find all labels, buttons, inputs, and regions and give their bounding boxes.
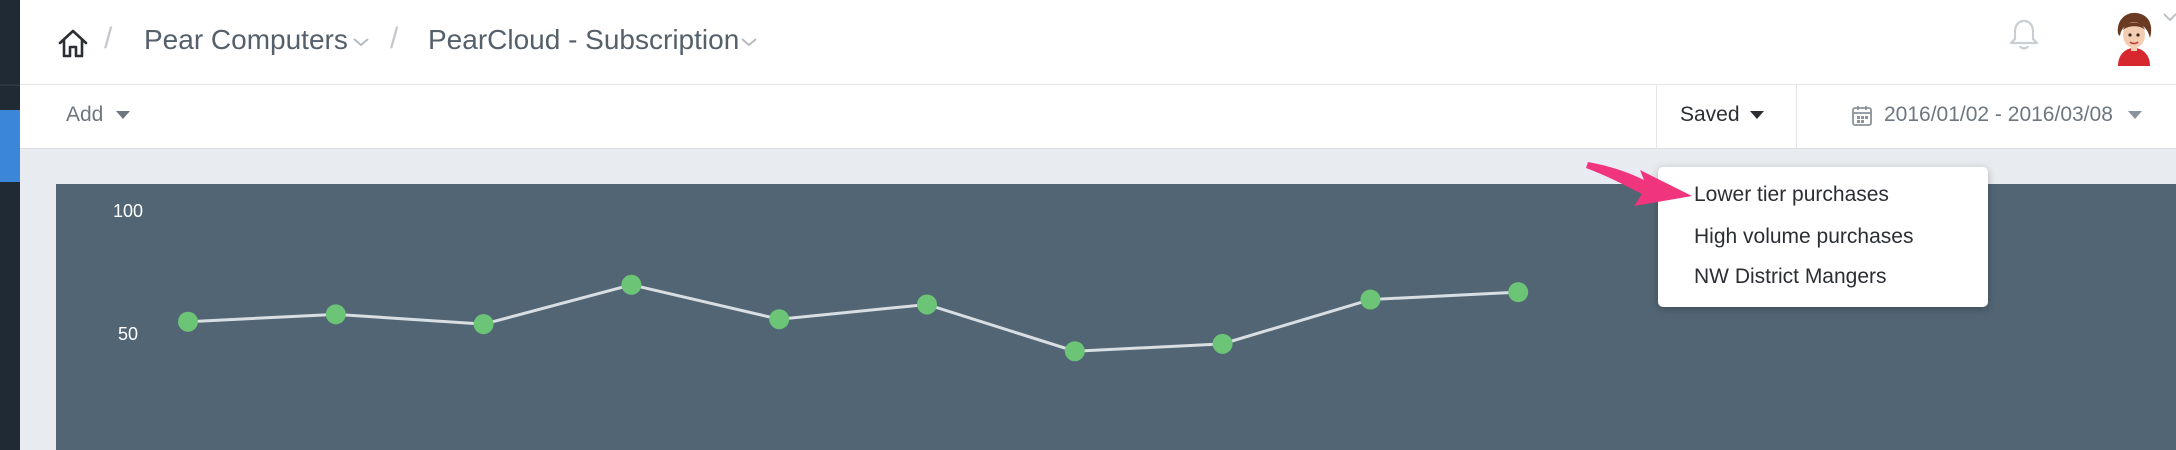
menu-item-lower-tier-purchases[interactable]: Lower tier purchases xyxy=(1694,183,1889,207)
date-range-picker[interactable]: 2016/01/02 - 2016/03/08 xyxy=(1884,103,2113,127)
add-button[interactable]: Add xyxy=(66,103,103,127)
series-line xyxy=(187,283,1519,353)
y-tick-label: 100 xyxy=(113,201,143,221)
user-avatar[interactable] xyxy=(2104,8,2164,68)
annotation-arrow xyxy=(1586,162,1692,206)
left-rail xyxy=(0,0,20,450)
data-point[interactable] xyxy=(769,309,790,330)
rail-active-indicator[interactable] xyxy=(0,110,20,182)
breadcrumb-separator: / xyxy=(390,22,399,55)
chevron-down-icon[interactable] xyxy=(740,36,758,48)
breadcrumb-project[interactable]: PearCloud - Subscription xyxy=(428,24,739,56)
toolbar: Add Saved 2016/01/02 - 2016/03/08 xyxy=(20,85,2176,149)
bell-icon[interactable] xyxy=(2006,16,2042,52)
breadcrumb-separator: / xyxy=(104,22,113,55)
breadcrumb-company[interactable]: Pear Computers xyxy=(144,24,348,56)
data-point[interactable] xyxy=(325,304,346,325)
saved-dropdown-menu: Lower tier purchases High volume purchas… xyxy=(1658,167,1988,307)
data-point[interactable] xyxy=(1212,333,1233,354)
chevron-down-icon[interactable] xyxy=(2162,12,2176,22)
data-point[interactable] xyxy=(1508,282,1529,303)
calendar-icon[interactable] xyxy=(1852,105,1872,126)
rail-divider xyxy=(0,84,20,86)
caret-down-icon[interactable] xyxy=(2128,111,2142,119)
top-navigation-bar: / Pear Computers / PearCloud - Subscript… xyxy=(20,0,2176,85)
caret-down-icon[interactable] xyxy=(116,111,130,119)
y-tick-label: 50 xyxy=(118,324,138,344)
saved-button[interactable]: Saved xyxy=(1680,103,1740,127)
data-point[interactable] xyxy=(1064,341,1085,362)
home-icon[interactable] xyxy=(56,26,90,60)
menu-item-high-volume-purchases[interactable]: High volume purchases xyxy=(1694,225,1913,249)
toolbar-divider xyxy=(1656,85,1657,148)
data-point[interactable] xyxy=(917,294,937,315)
data-point[interactable] xyxy=(1360,289,1381,310)
data-point[interactable] xyxy=(473,314,494,335)
menu-item-nw-district-mangers[interactable]: NW District Mangers xyxy=(1694,265,1887,289)
data-point[interactable] xyxy=(621,274,642,295)
data-point[interactable] xyxy=(178,311,198,332)
toolbar-divider xyxy=(1796,85,1797,148)
caret-down-icon[interactable] xyxy=(1750,111,1764,119)
chevron-down-icon[interactable] xyxy=(352,36,370,48)
